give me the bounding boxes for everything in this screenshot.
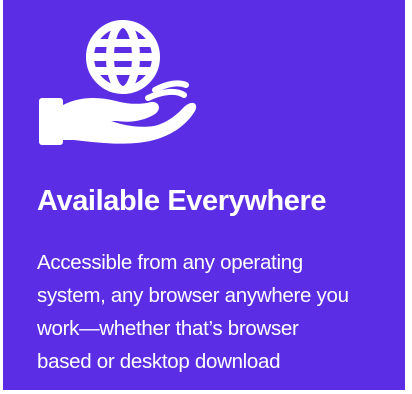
- description-line: system, any browser anywhere you: [37, 284, 349, 307]
- feature-card: Available Everywhere Accessible from any…: [3, 0, 405, 390]
- description-line: Accessible from any operating: [37, 251, 303, 274]
- description-line: work—whether that’s browser: [37, 317, 299, 340]
- globe-in-hand-icon: [39, 20, 197, 145]
- description-line: based or desktop download: [37, 350, 281, 373]
- card-description: Accessible from any operating system, an…: [37, 246, 401, 378]
- card-title: Available Everywhere: [37, 185, 327, 217]
